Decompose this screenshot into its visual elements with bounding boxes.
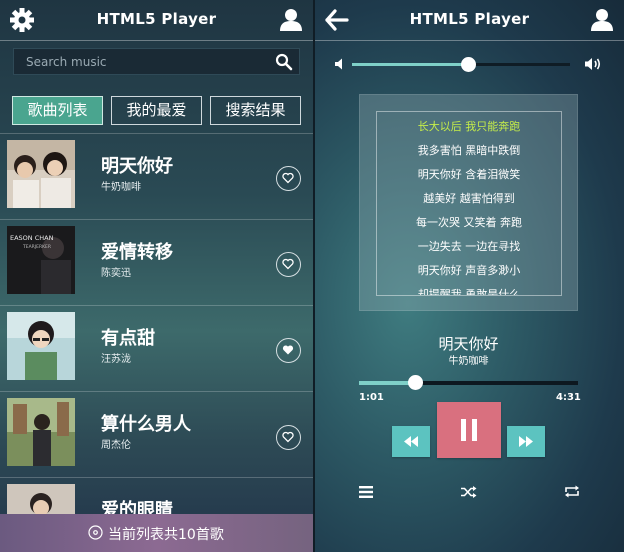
song-item[interactable]: 有点甜 汪苏泷	[0, 305, 313, 391]
lyric-line: 我多害怕 黑暗中跌倒	[417, 144, 521, 157]
lyric-line: 一边失去 一边在寻找	[417, 240, 521, 253]
heart-outline-icon	[282, 431, 294, 443]
current-time: 1:01	[359, 392, 384, 403]
now-playing-artist: 牛奶咖啡	[448, 356, 489, 367]
search-box	[13, 48, 300, 75]
header-divider	[315, 40, 624, 41]
album-cover	[7, 312, 75, 380]
lyrics-panel: 长大以后 我只能奔跑 我多害怕 黑暗中跌倒 明天你好 含着泪微笑 越美好 越害怕…	[359, 94, 578, 311]
progress-knob[interactable]	[407, 375, 423, 390]
next-button[interactable]	[507, 426, 545, 457]
play-pause-button[interactable]	[437, 402, 501, 458]
lyric-line: 却提醒我 勇敢是什么	[417, 288, 521, 296]
heart-outline-icon	[282, 172, 294, 184]
heart-outline-icon	[282, 258, 294, 270]
favorite-button[interactable]	[276, 425, 301, 450]
repeat-icon[interactable]	[564, 485, 580, 498]
favorite-button[interactable]	[276, 166, 301, 191]
player-header: HTML5 Player	[315, 0, 624, 40]
volume-high-icon[interactable]	[584, 56, 604, 72]
search-icon[interactable]	[275, 53, 293, 71]
song-artist: 牛奶咖啡	[101, 182, 141, 193]
song-item[interactable]: EASON CHAN TEARJERKER 爱情转移 陈奕迅	[0, 219, 313, 305]
playlist-count: 当前列表共10首歌	[108, 527, 224, 543]
playlist-header: HTML5 Player	[0, 0, 313, 40]
total-time: 4:31	[556, 392, 581, 403]
volume-knob[interactable]	[460, 57, 476, 72]
heart-filled-icon	[282, 345, 294, 355]
volume-low-icon[interactable]	[334, 57, 346, 71]
song-artist: 陈奕迅	[101, 268, 131, 279]
playlist-footer: 当前列表共10首歌	[0, 514, 313, 552]
now-playing-title: 明天你好	[438, 335, 499, 353]
cover-subtext: TEARJERKER	[22, 244, 51, 250]
lyric-line: 明天你好 含着泪微笑	[417, 168, 521, 181]
header-divider	[0, 40, 313, 41]
progress-bar[interactable]	[359, 381, 578, 385]
song-title: 爱情转移	[101, 242, 173, 263]
app-title: HTML5 Player	[96, 10, 217, 28]
song-title: 明天你好	[101, 156, 173, 177]
song-artist: 周杰伦	[101, 440, 131, 451]
lyric-line: 明天你好 声音多渺小	[417, 264, 521, 277]
fast-forward-icon	[519, 436, 533, 447]
lyric-line: 越美好 越害怕得到	[423, 192, 515, 205]
song-item[interactable]: 明天你好 牛奶咖啡	[0, 133, 313, 219]
progress-fill	[359, 381, 415, 385]
favorite-button[interactable]	[276, 252, 301, 277]
lyric-line: 每一次哭 又笑着 奔跑	[416, 216, 522, 229]
tab-song-list[interactable]: 歌曲列表	[12, 96, 103, 125]
album-cover: EASON CHAN TEARJERKER	[7, 226, 75, 294]
song-title: 算什么男人	[101, 414, 191, 435]
prev-button[interactable]	[392, 426, 430, 457]
lyric-line: 长大以后 我只能奔跑	[417, 120, 521, 133]
app-title: HTML5 Player	[409, 10, 530, 28]
song-artist: 汪苏泷	[101, 354, 131, 365]
shuffle-icon[interactable]	[461, 486, 477, 498]
volume-fill	[352, 63, 468, 66]
cover-text: EASON CHAN	[10, 234, 54, 242]
song-item[interactable]: 算什么男人 周杰伦	[0, 391, 313, 477]
song-title: 有点甜	[101, 328, 155, 349]
list-icon[interactable]	[359, 486, 373, 498]
playlist-panel: HTML5 Player 歌曲列表 我的最爱 搜索结果	[0, 0, 313, 552]
album-cover	[7, 398, 75, 466]
tab-favorites[interactable]: 我的最爱	[111, 96, 202, 125]
user-icon[interactable]	[277, 6, 305, 34]
user-icon[interactable]	[588, 6, 616, 34]
tab-search-results[interactable]: 搜索结果	[210, 96, 301, 125]
favorite-button[interactable]	[276, 338, 301, 363]
lyrics-scroll[interactable]: 长大以后 我只能奔跑 我多害怕 黑暗中跌倒 明天你好 含着泪微笑 越美好 越害怕…	[376, 111, 562, 296]
search-input[interactable]	[14, 49, 264, 74]
album-cover	[7, 140, 75, 208]
rewind-icon	[404, 436, 418, 447]
disc-icon	[88, 525, 103, 540]
pause-icon	[461, 419, 477, 441]
